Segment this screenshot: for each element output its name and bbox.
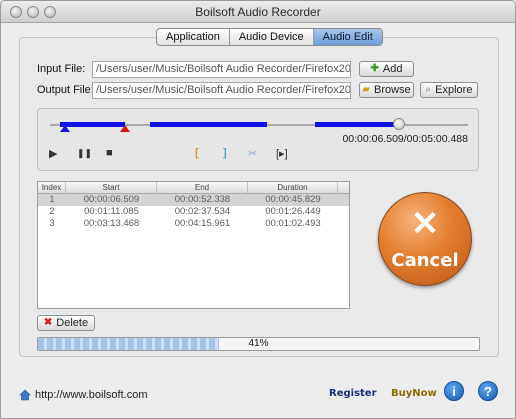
- cancel-button-label: Cancel: [391, 250, 459, 271]
- explore-button[interactable]: ⌕ Explore: [420, 82, 478, 98]
- register-link[interactable]: Register: [329, 388, 377, 399]
- cancel-button[interactable]: ✕ Cancel: [378, 192, 472, 286]
- column-header-start[interactable]: Start: [66, 182, 157, 193]
- delete-button-label: Delete: [56, 317, 89, 329]
- cell-duration: 00:01:26.449: [265, 206, 321, 217]
- timeline-segment-3: [315, 122, 398, 127]
- table-row[interactable]: 1 00:00:06.509 00:00:52.338 00:00:45.829: [38, 194, 349, 206]
- timecode-readout: 00:00:06.509/00:05:00.488: [342, 133, 468, 145]
- cancel-x-icon: ✕: [410, 205, 440, 243]
- window-title: Boilsoft Audio Recorder: [195, 5, 321, 19]
- timeline-segment-2: [150, 122, 267, 127]
- progress-bar: 41%: [37, 337, 480, 351]
- buynow-link[interactable]: BuyNow: [391, 388, 437, 399]
- cut-icon[interactable]: ✂: [248, 147, 257, 160]
- tab-audio-device[interactable]: Audio Device: [230, 29, 314, 45]
- magnifier-icon: ⌕: [425, 84, 432, 95]
- progress-label: 41%: [248, 338, 269, 349]
- cell-index: 1: [49, 194, 55, 205]
- titlebar: Boilsoft Audio Recorder: [1, 1, 515, 23]
- cell-start: 00:03:13.468: [83, 218, 140, 229]
- stop-icon[interactable]: ■: [106, 147, 113, 159]
- start-marker-icon[interactable]: [60, 125, 70, 132]
- add-button-label: Add: [382, 63, 403, 75]
- cell-end: 00:00:52.338: [174, 194, 231, 205]
- browse-button-label: Browse: [374, 84, 411, 96]
- app-window: Boilsoft Audio Recorder Application Audi…: [0, 0, 516, 419]
- input-file-field[interactable]: /Users/user/Music/Boilsoft Audio Recorde…: [92, 61, 351, 78]
- go-to-segment-icon[interactable]: [▸]: [276, 147, 288, 160]
- cell-end: 00:02:37.534: [174, 206, 231, 217]
- info-icon[interactable]: i: [444, 381, 464, 401]
- column-header-duration[interactable]: Duration: [248, 182, 338, 193]
- cell-index: 2: [49, 206, 55, 217]
- segments-table: Index Start End Duration 1 00:00:06.509 …: [37, 181, 350, 309]
- cell-duration: 00:00:45.829: [265, 194, 321, 205]
- website-link[interactable]: http://www.boilsoft.com: [19, 389, 148, 401]
- output-file-field[interactable]: /Users/user/Music/Boilsoft Audio Recorde…: [92, 82, 351, 99]
- set-end-icon[interactable]: ]: [223, 147, 227, 159]
- column-header-index[interactable]: Index: [38, 182, 66, 193]
- column-header-end[interactable]: End: [157, 182, 248, 193]
- website-url[interactable]: http://www.boilsoft.com: [35, 389, 148, 401]
- explore-button-label: Explore: [435, 84, 473, 96]
- cell-start: 00:01:11.085: [84, 206, 139, 217]
- play-icon[interactable]: ▶: [49, 147, 57, 160]
- cell-duration: 00:01:02.493: [265, 218, 321, 229]
- folder-icon: ▰: [362, 84, 370, 95]
- add-button[interactable]: ✚ Add: [359, 61, 414, 77]
- set-start-icon[interactable]: [: [195, 147, 199, 159]
- help-icon[interactable]: ?: [478, 381, 498, 401]
- table-header: Index Start End Duration: [38, 182, 349, 194]
- table-row[interactable]: 2 00:01:11.085 00:02:37.534 00:01:26.449: [38, 206, 349, 218]
- delete-button[interactable]: ✖ Delete: [37, 315, 95, 331]
- browse-button[interactable]: ▰ Browse: [359, 82, 414, 98]
- cell-index: 3: [49, 218, 55, 229]
- tab-audio-edit[interactable]: Audio Edit: [313, 29, 382, 45]
- delete-x-icon: ✖: [43, 317, 53, 328]
- cell-start: 00:00:06.509: [83, 194, 140, 205]
- player-panel: 00:00:06.509/00:05:00.488 ▶ ❚❚ ■ [ ] ✂ […: [37, 108, 479, 171]
- pause-icon[interactable]: ❚❚: [77, 148, 92, 159]
- tab-application[interactable]: Application: [157, 29, 230, 45]
- home-icon: [19, 389, 31, 401]
- cell-end: 00:04:15.961: [174, 218, 231, 229]
- end-marker-icon[interactable]: [120, 125, 130, 132]
- table-row[interactable]: 3 00:03:13.468 00:04:15.961 00:01:02.493: [38, 218, 349, 230]
- playhead-handle[interactable]: [393, 118, 405, 130]
- tab-bar: Application Audio Device Audio Edit: [156, 28, 383, 46]
- input-file-label: Input File:: [37, 63, 86, 75]
- plus-icon: ✚: [370, 63, 379, 74]
- output-file-label: Output File:: [37, 84, 94, 96]
